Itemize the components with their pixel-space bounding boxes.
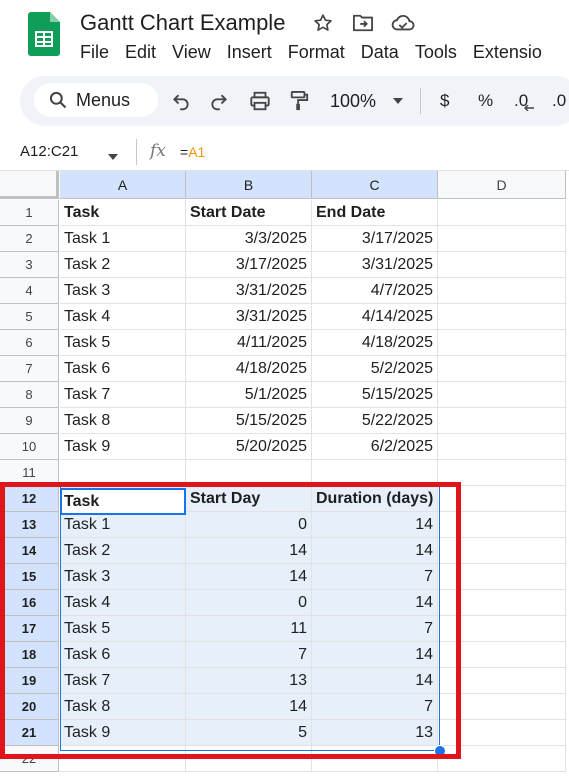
cell-c3[interactable]: 3/31/2025 bbox=[312, 252, 438, 278]
row-header-6[interactable]: 6 bbox=[0, 330, 59, 356]
column-header-b[interactable]: B bbox=[186, 171, 312, 199]
cell-b8[interactable]: 5/1/2025 bbox=[186, 382, 312, 408]
row-header-8[interactable]: 8 bbox=[0, 382, 59, 408]
cell-c4[interactable]: 4/7/2025 bbox=[312, 278, 438, 304]
undo-icon[interactable] bbox=[168, 87, 194, 115]
percent-format-button[interactable]: % bbox=[478, 89, 493, 113]
cell-c9[interactable]: 5/22/2025 bbox=[312, 408, 438, 434]
cell-a7[interactable]: Task 6 bbox=[60, 356, 186, 382]
name-box[interactable]: A12:C21 bbox=[20, 141, 78, 163]
cell-d2[interactable] bbox=[438, 226, 566, 252]
search-menus-button[interactable]: Menus bbox=[34, 83, 158, 117]
cell-b10[interactable]: 5/20/2025 bbox=[186, 434, 312, 460]
cell-d5[interactable] bbox=[438, 304, 566, 330]
cell-c1[interactable]: End Date bbox=[312, 200, 438, 226]
formula-bar-divider bbox=[136, 139, 137, 165]
cell-d7[interactable] bbox=[438, 356, 566, 382]
cell-d8[interactable] bbox=[438, 382, 566, 408]
zoom-select[interactable]: 100% bbox=[330, 89, 376, 113]
cell-c5[interactable]: 4/14/2025 bbox=[312, 304, 438, 330]
cell-b7[interactable]: 4/18/2025 bbox=[186, 356, 312, 382]
currency-format-button[interactable]: $ bbox=[440, 89, 449, 113]
increase-decimal-button[interactable]: .0 bbox=[552, 89, 566, 113]
menu-data[interactable]: Data bbox=[353, 40, 407, 64]
cell-a3[interactable]: Task 2 bbox=[60, 252, 186, 278]
cell-d9[interactable] bbox=[438, 408, 566, 434]
sheets-logo-icon[interactable] bbox=[28, 12, 60, 56]
formula-equals: = bbox=[180, 144, 189, 160]
menu-extensions[interactable]: Extensio bbox=[465, 40, 550, 64]
name-box-dropdown-icon[interactable] bbox=[108, 147, 118, 165]
cell-d4[interactable] bbox=[438, 278, 566, 304]
formula-input[interactable]: =A1 bbox=[180, 143, 205, 161]
zoom-dropdown-icon[interactable] bbox=[390, 87, 406, 115]
cell-c8[interactable]: 5/15/2025 bbox=[312, 382, 438, 408]
cell-b4[interactable]: 3/31/2025 bbox=[186, 278, 312, 304]
document-title[interactable]: Gantt Chart Example bbox=[80, 8, 285, 38]
cell-b9[interactable]: 5/15/2025 bbox=[186, 408, 312, 434]
select-all-corner[interactable] bbox=[0, 171, 59, 199]
menu-edit[interactable]: Edit bbox=[117, 40, 164, 64]
cell-c6[interactable]: 4/18/2025 bbox=[312, 330, 438, 356]
row-header-3[interactable]: 3 bbox=[0, 252, 59, 278]
cell-d10[interactable] bbox=[438, 434, 566, 460]
toolbar-divider bbox=[420, 88, 421, 114]
column-header-a[interactable]: A bbox=[60, 171, 186, 199]
cell-c7[interactable]: 5/2/2025 bbox=[312, 356, 438, 382]
star-icon[interactable] bbox=[310, 10, 336, 36]
row-header-10[interactable]: 10 bbox=[0, 434, 59, 460]
cell-a4[interactable]: Task 3 bbox=[60, 278, 186, 304]
paint-format-icon[interactable] bbox=[286, 87, 312, 115]
cell-b6[interactable]: 4/11/2025 bbox=[186, 330, 312, 356]
formula-reference: A1 bbox=[188, 144, 206, 160]
cell-c2[interactable]: 3/17/2025 bbox=[312, 226, 438, 252]
menu-insert[interactable]: Insert bbox=[219, 40, 280, 64]
cell-b3[interactable]: 3/17/2025 bbox=[186, 252, 312, 278]
row-header-1[interactable]: 1 bbox=[0, 200, 59, 226]
column-header-d[interactable]: D bbox=[438, 171, 566, 199]
cell-c10[interactable]: 6/2/2025 bbox=[312, 434, 438, 460]
cell-b5[interactable]: 3/31/2025 bbox=[186, 304, 312, 330]
decrease-decimal-arrow-icon bbox=[524, 105, 534, 111]
cell-a6[interactable]: Task 5 bbox=[60, 330, 186, 356]
menu-view[interactable]: View bbox=[164, 40, 219, 64]
search-menus-label: Menus bbox=[76, 89, 131, 110]
menu-format[interactable]: Format bbox=[280, 40, 353, 64]
annotation-highlight-box bbox=[0, 482, 461, 759]
cell-a8[interactable]: Task 7 bbox=[60, 382, 186, 408]
redo-icon[interactable] bbox=[206, 87, 232, 115]
row-header-5[interactable]: 5 bbox=[0, 304, 59, 330]
menu-tools[interactable]: Tools bbox=[407, 40, 465, 64]
cloud-status-icon[interactable] bbox=[390, 10, 416, 36]
cell-a2[interactable]: Task 1 bbox=[60, 226, 186, 252]
row-header-9[interactable]: 9 bbox=[0, 408, 59, 434]
cell-d3[interactable] bbox=[438, 252, 566, 278]
fx-icon: fx bbox=[150, 141, 166, 161]
cell-d1[interactable] bbox=[438, 200, 566, 226]
move-to-folder-icon[interactable] bbox=[350, 10, 376, 36]
menu-file[interactable]: File bbox=[72, 40, 117, 64]
cell-b1[interactable]: Start Date bbox=[186, 200, 312, 226]
cell-d6[interactable] bbox=[438, 330, 566, 356]
row-header-7[interactable]: 7 bbox=[0, 356, 59, 382]
row-header-4[interactable]: 4 bbox=[0, 278, 59, 304]
cell-a5[interactable]: Task 4 bbox=[60, 304, 186, 330]
cell-b2[interactable]: 3/3/2025 bbox=[186, 226, 312, 252]
column-header-c[interactable]: C bbox=[312, 171, 438, 199]
search-icon bbox=[48, 90, 68, 110]
cell-a9[interactable]: Task 8 bbox=[60, 408, 186, 434]
row-header-2[interactable]: 2 bbox=[0, 226, 59, 252]
menu-bar: File Edit View Insert Format Data Tools … bbox=[72, 40, 550, 64]
cell-a1[interactable]: Task bbox=[60, 200, 186, 226]
print-icon[interactable] bbox=[246, 87, 274, 115]
cell-a10[interactable]: Task 9 bbox=[60, 434, 186, 460]
